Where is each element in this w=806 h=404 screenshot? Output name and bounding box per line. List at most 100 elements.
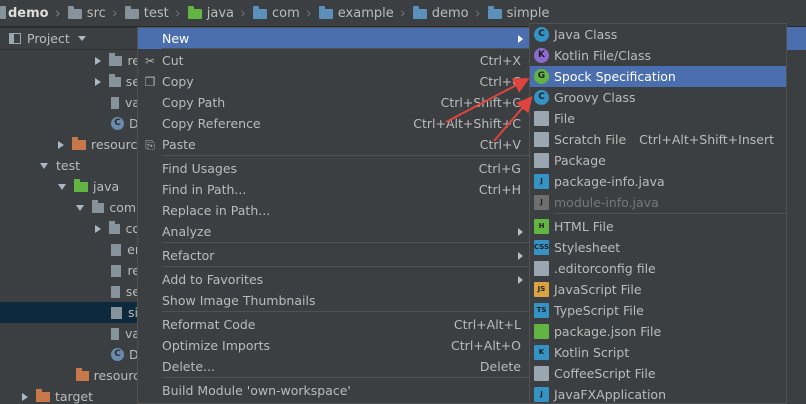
- new-item-label: TypeScript File: [554, 303, 644, 318]
- menu-item-copy-reference[interactable]: Copy Reference Ctrl+Alt+Shift+C: [138, 113, 529, 134]
- menu-item-add-to-favorites[interactable]: Add to Favorites: [138, 269, 529, 290]
- tree-item[interactable]: CD: [0, 113, 140, 134]
- expand-arrow-icon[interactable]: [95, 77, 101, 86]
- breadcrumb-item[interactable]: example ›: [316, 0, 410, 26]
- project-icon: [9, 33, 21, 44]
- new-item-kotlin-file-class[interactable]: K Kotlin File/Class: [530, 45, 786, 66]
- menu-item-label: Delete...: [162, 359, 215, 374]
- new-item-groovy-class[interactable]: C Groovy Class: [530, 87, 786, 108]
- tree-item[interactable]: si: [0, 302, 140, 323]
- tree-item[interactable]: target: [0, 386, 140, 404]
- tree-item[interactable]: va: [0, 92, 140, 113]
- new-item-label: JavaFXApplication: [554, 387, 666, 402]
- package-info-icon: J: [534, 174, 549, 189]
- menu-item-replace-in-path[interactable]: Replace in Path...: [138, 200, 529, 221]
- expand-arrow-icon[interactable]: [95, 56, 101, 65]
- breadcrumb-item[interactable]: demo ›: [0, 0, 65, 26]
- new-item-typescript-file[interactable]: TS TypeScript File: [530, 300, 786, 321]
- collapse-arrow-icon[interactable]: [76, 204, 84, 211]
- file-icon: [111, 306, 122, 319]
- tree-item[interactable]: co: [0, 218, 140, 239]
- package-icon: [534, 153, 549, 168]
- chevron-down-icon[interactable]: [77, 36, 86, 41]
- expand-arrow-icon[interactable]: [58, 140, 64, 149]
- chevron-right-icon: ›: [54, 4, 61, 22]
- new-item-spock-specification[interactable]: G Spock Specification: [530, 66, 786, 87]
- module-info-icon: J: [534, 195, 549, 210]
- new-item-label: Java Class: [554, 27, 618, 42]
- new-item-label: Groovy Class: [554, 90, 636, 105]
- file-icon: [111, 327, 119, 340]
- tree-item-label: java: [93, 179, 120, 194]
- breadcrumb-item[interactable]: test ›: [122, 0, 185, 26]
- breadcrumb-item[interactable]: java ›: [185, 0, 250, 26]
- new-item-kotlin-script[interactable]: K Kotlin Script: [530, 342, 786, 363]
- new-item-package-json-file[interactable]: package.json File: [530, 321, 786, 342]
- menu-item-reformat-code[interactable]: Reformat Code Ctrl+Alt+L: [138, 314, 529, 335]
- tree-item[interactable]: com.: [0, 197, 140, 218]
- tree-item[interactable]: va: [0, 323, 140, 344]
- menu-item-label: Refactor: [162, 248, 215, 263]
- new-item-label: Kotlin Script: [554, 345, 630, 360]
- project-tree: re se va C Dresourc test java com. co er re se si va C…: [0, 50, 140, 404]
- menu-item-cut[interactable]: ✂ Cut Ctrl+X: [138, 50, 529, 71]
- menu-item-shortcut: Ctrl+X: [479, 53, 521, 68]
- tree-item[interactable]: java: [0, 176, 140, 197]
- new-item-editorconfig-file[interactable]: .editorconfig file: [530, 258, 786, 279]
- new-item-package[interactable]: Package: [530, 150, 786, 171]
- file-icon: [111, 285, 120, 298]
- new-item-label: File: [554, 111, 575, 126]
- new-item-scratch-file[interactable]: Scratch File Ctrl+Alt+Shift+Insert: [530, 129, 786, 150]
- paste-icon: ⎘: [145, 138, 155, 152]
- right-tool-strip: [787, 27, 806, 404]
- menu-item-find-usages[interactable]: Find Usages Ctrl+G: [138, 158, 529, 179]
- breadcrumb-item[interactable]: com ›: [250, 0, 316, 26]
- new-item-file[interactable]: File: [530, 108, 786, 129]
- menu-item-label: Optimize Imports: [162, 338, 271, 353]
- menu-item-paste[interactable]: ⎘ Paste Ctrl+V: [138, 134, 529, 155]
- collapse-arrow-icon[interactable]: [58, 183, 66, 190]
- menu-item-new[interactable]: New: [138, 28, 529, 49]
- tree-item[interactable]: CD: [0, 344, 140, 365]
- new-item-stylesheet[interactable]: CSS Stylesheet: [530, 237, 786, 258]
- submenu-arrow-icon: [518, 251, 523, 260]
- tree-item[interactable]: se: [0, 71, 140, 92]
- menu-item-delete[interactable]: Delete... Delete: [138, 356, 529, 377]
- new-submenu: C Java Class K Kotlin File/Class G Spock Spec…: [529, 23, 787, 404]
- new-item-javascript-file[interactable]: JS JavaScript File: [530, 279, 786, 300]
- collapse-arrow-icon[interactable]: [40, 162, 48, 169]
- new-item-javafxapplication[interactable]: J JavaFXApplication: [530, 384, 786, 403]
- project-panel-header[interactable]: Project: [0, 28, 140, 50]
- expand-arrow-icon[interactable]: [95, 224, 101, 233]
- menu-item-show-image-thumbnails[interactable]: Show Image Thumbnails: [138, 290, 529, 311]
- tree-item[interactable]: er: [0, 239, 140, 260]
- menu-item-analyze[interactable]: Analyze: [138, 221, 529, 242]
- tree-item[interactable]: resourc: [0, 134, 140, 155]
- menu-item-optimize-imports[interactable]: Optimize Imports Ctrl+Alt+O: [138, 335, 529, 356]
- new-item-java-class[interactable]: C Java Class: [530, 24, 786, 45]
- menu-item-shortcut: Ctrl+C: [479, 74, 521, 89]
- menu-item-copy[interactable]: ❐ Copy Ctrl+C: [138, 71, 529, 92]
- menu-item-label: Paste: [162, 137, 196, 152]
- menu-item-copy-path[interactable]: Copy Path Ctrl+Shift+C: [138, 92, 529, 113]
- new-item-label: CoffeeScript File: [554, 366, 656, 381]
- folder-icon: [67, 5, 82, 19]
- tree-item[interactable]: se: [0, 281, 140, 302]
- menu-item-find-in-path[interactable]: Find in Path... Ctrl+H: [138, 179, 529, 200]
- menu-item-refactor[interactable]: Refactor: [138, 245, 529, 266]
- breadcrumb-item[interactable]: src ›: [65, 0, 122, 26]
- menu-item-build-module-own-workspace[interactable]: Build Module 'own-workspace': [138, 380, 529, 401]
- menu-item-label: Reformat Code: [162, 317, 256, 332]
- new-item-package-info-java[interactable]: Jpackage-info.java: [530, 171, 786, 192]
- breadcrumb-item[interactable]: demo ›: [410, 0, 485, 26]
- expand-arrow-icon[interactable]: [22, 392, 28, 401]
- scissors-icon: ✂: [144, 54, 156, 68]
- tree-item[interactable]: resourc: [0, 365, 140, 386]
- new-item-coffeescript-file[interactable]: CoffeeScript File: [530, 363, 786, 384]
- right-strip-highlight: [787, 27, 806, 50]
- tree-item[interactable]: re: [0, 50, 140, 71]
- tree-item[interactable]: test: [0, 155, 140, 176]
- new-item-html-file[interactable]: H HTML File: [530, 216, 786, 237]
- tree-item[interactable]: re: [0, 260, 140, 281]
- menu-separator: [162, 377, 529, 378]
